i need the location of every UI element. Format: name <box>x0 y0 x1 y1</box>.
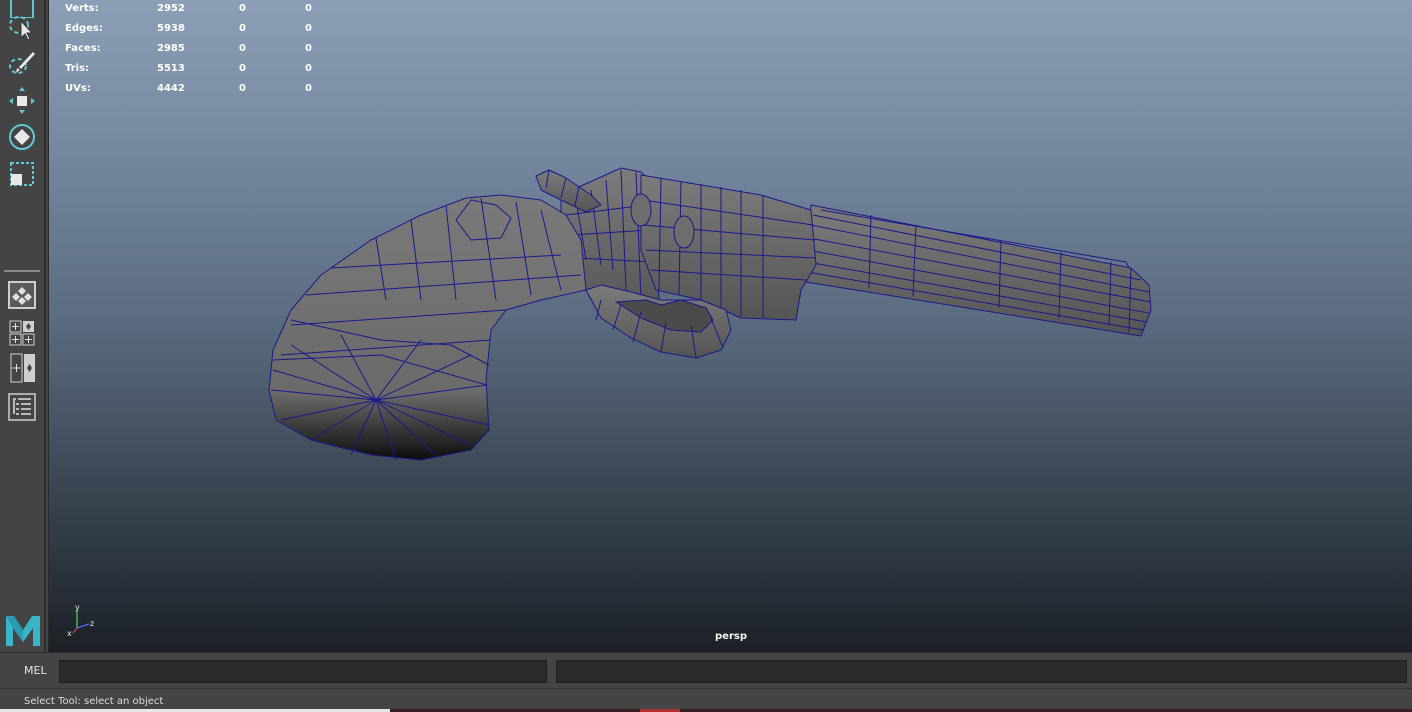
two-view-icon[interactable] <box>5 352 39 386</box>
mel-command-input[interactable] <box>59 660 547 683</box>
command-line: MEL <box>0 652 1412 688</box>
revolver-mesh[interactable] <box>49 0 1412 652</box>
camera-label: persp <box>715 631 747 642</box>
axis-z-label: z <box>90 619 94 628</box>
move-tool-icon[interactable] <box>5 83 39 117</box>
maya-logo-icon <box>4 612 42 648</box>
command-result-field <box>556 660 1407 683</box>
single-view-icon[interactable] <box>5 278 39 312</box>
outliner-icon[interactable] <box>5 390 39 424</box>
lasso-tool-icon[interactable] <box>5 10 39 44</box>
mel-language-button[interactable]: MEL <box>12 663 56 679</box>
maya-window: Verts: 2952 0 0 Edges: 5938 0 0 Faces: 2… <box>0 0 1412 712</box>
perspective-viewport[interactable]: Verts: 2952 0 0 Edges: 5938 0 0 Faces: 2… <box>48 0 1412 652</box>
grip-mesh <box>268 194 587 461</box>
barrel-mesh <box>805 204 1152 337</box>
toolbox-separator <box>4 270 40 272</box>
rotate-tool-icon[interactable] <box>5 119 39 153</box>
four-view-icon[interactable] <box>5 316 39 350</box>
paint-select-icon[interactable] <box>5 46 39 80</box>
toolbox <box>0 0 46 652</box>
scale-tool-icon[interactable] <box>5 156 39 190</box>
help-line-text: Select Tool: select an object <box>24 696 164 707</box>
axis-y-label: y <box>75 604 80 612</box>
